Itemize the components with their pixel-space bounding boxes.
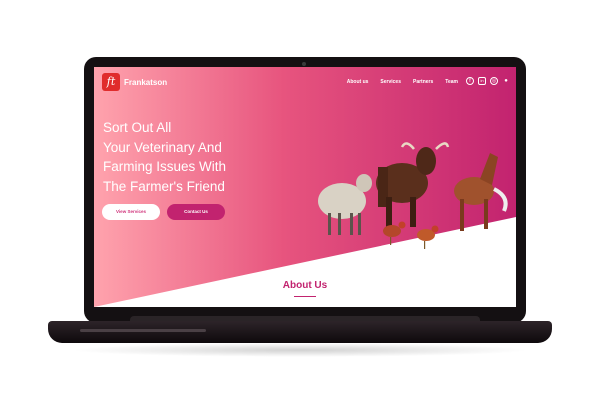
hero-line-2: Your Veterinary And bbox=[103, 139, 222, 155]
about-us-heading: About Us bbox=[282, 280, 328, 291]
contact-us-button[interactable]: Contact Us bbox=[167, 204, 225, 220]
hero-line-1: Sort Out All bbox=[103, 120, 172, 135]
view-services-button[interactable]: View Services bbox=[102, 204, 160, 220]
product-mockup: ft Frankatson About us Services Partners… bbox=[0, 0, 600, 400]
hero-line-3: Farming Issues With bbox=[103, 159, 227, 174]
brand-name: Frankatson bbox=[124, 77, 168, 87]
top-navigation: ft Frankatson About us Services Partners… bbox=[94, 67, 516, 97]
linkedin-icon[interactable]: in bbox=[478, 77, 486, 85]
user-icon[interactable]: ● bbox=[502, 77, 510, 85]
nav-item-team[interactable]: Team bbox=[445, 79, 458, 85]
website-screen: ft Frankatson About us Services Partners… bbox=[94, 67, 516, 307]
heading-underline bbox=[294, 296, 316, 297]
hero-title: Sort Out All Your Veterinary And Farming… bbox=[103, 118, 303, 196]
laptop-base bbox=[48, 321, 552, 343]
bull-illustration bbox=[376, 142, 450, 227]
brand-logo[interactable]: ft Frankatson bbox=[102, 73, 167, 91]
laptop-lid: ft Frankatson About us Services Partners… bbox=[84, 57, 526, 323]
logo-mark-icon: ft bbox=[102, 73, 120, 91]
farm-animals-image bbox=[318, 142, 508, 249]
nav-item-about[interactable]: About us bbox=[347, 79, 369, 85]
instagram-icon[interactable]: ◎ bbox=[490, 77, 498, 85]
sheep-illustration bbox=[318, 174, 372, 235]
nav-item-services[interactable]: Services bbox=[380, 79, 401, 85]
facebook-icon[interactable]: f bbox=[466, 77, 474, 85]
laptop-shadow bbox=[70, 343, 530, 357]
laptop-base-notch bbox=[80, 329, 206, 332]
nav-menu: About us Services Partners Team bbox=[347, 79, 458, 85]
social-links: f in ◎ ● bbox=[466, 77, 510, 85]
webcam-icon bbox=[302, 62, 306, 66]
horse-illustration bbox=[454, 153, 508, 231]
hero-line-4: The Farmer's Friend bbox=[103, 178, 225, 194]
nav-item-partners[interactable]: Partners bbox=[413, 79, 433, 85]
